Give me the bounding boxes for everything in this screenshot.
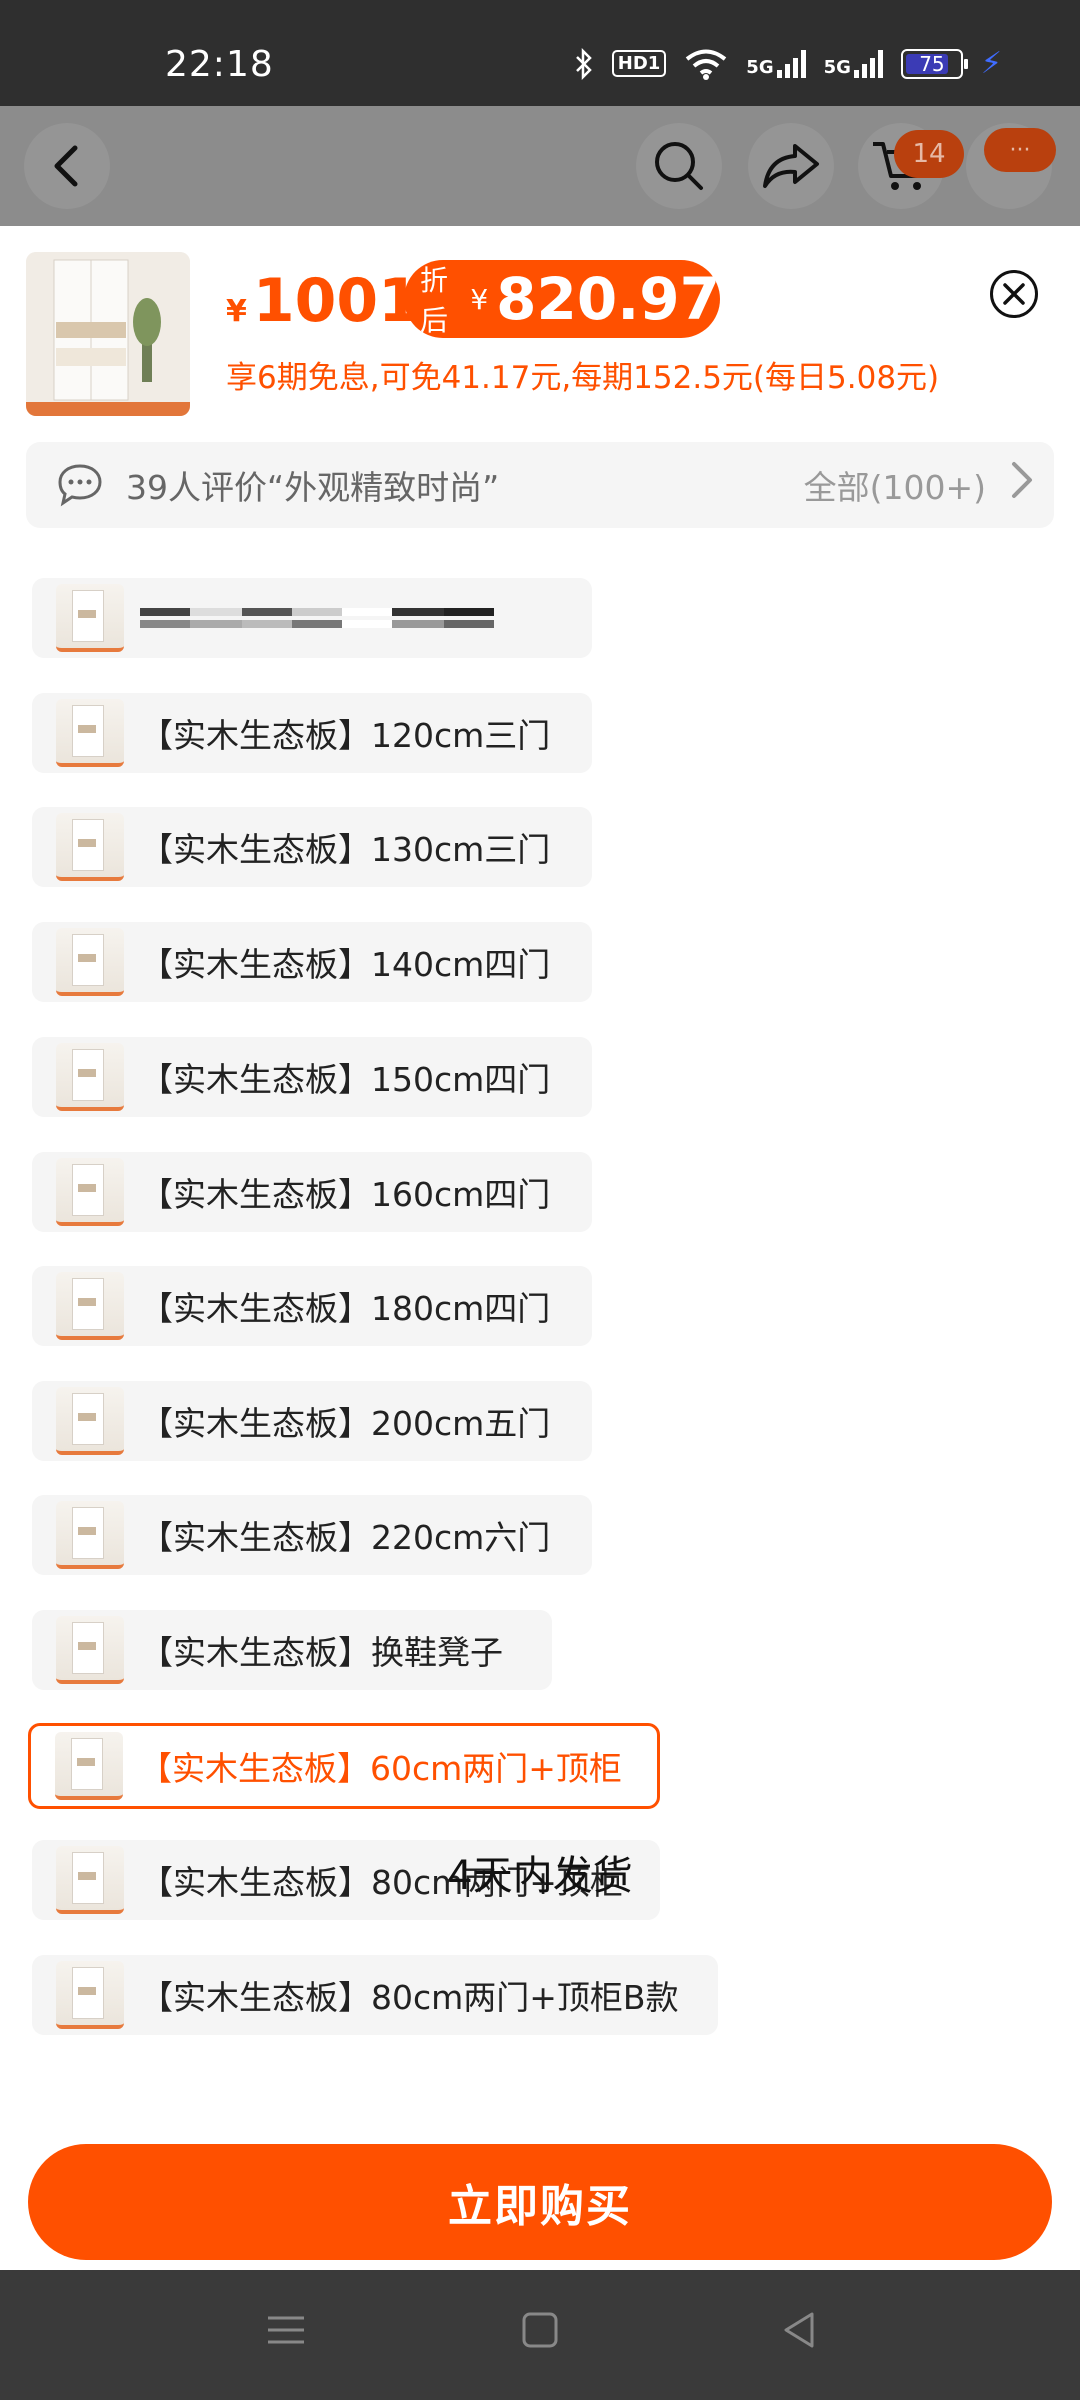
cart-count-badge: 14 (894, 130, 964, 178)
sku-selector-sheet: ¥1001 折后 ¥ 820.97 享6期免息,可免41.17元,每期152.5… (0, 226, 1080, 2270)
option-label: 【实木生态板】200cm五门 (140, 1404, 551, 1443)
option-thumbnail (55, 1732, 123, 1800)
sku-option[interactable]: 【实木生态板】160cm四门 (32, 1152, 592, 1232)
option-label: 【实木生态板】80cm两门+顶柜B款 (140, 1978, 679, 2017)
close-icon (1003, 283, 1025, 305)
chevron-right-icon (1008, 458, 1036, 512)
option-thumbnail (56, 1272, 124, 1340)
option-thumbnail (56, 813, 124, 881)
search-button[interactable] (636, 123, 722, 209)
menu-nav-button[interactable] (262, 2306, 310, 2358)
system-nav-bar (0, 2270, 1080, 2400)
installment-info: 享6期免息,可免41.17元,每期152.5元(每日5.08元) (226, 360, 940, 396)
5g-signal-icon: 5G (823, 49, 883, 78)
option-label: 【实木生态板】120cm三门 (140, 716, 551, 755)
share-button[interactable] (748, 123, 834, 209)
redacted-option-label (140, 608, 494, 628)
option-thumbnail (56, 699, 124, 767)
option-thumbnail (56, 928, 124, 996)
option-thumbnail (56, 1158, 124, 1226)
back-button[interactable] (24, 123, 110, 209)
network-type-label: 5G (823, 56, 851, 78)
status-bar: 22:18 HD1 5G 5G 75 ⚡ (0, 0, 1080, 106)
review-summary-bar[interactable]: 39人评价“外观精致时尚” 全部(100+) (26, 442, 1054, 528)
back-nav-button[interactable] (776, 2306, 824, 2358)
battery-icon: 75 (900, 48, 968, 79)
option-thumbnail (56, 584, 124, 652)
option-thumbnail (56, 1616, 124, 1684)
option-label: 【实木生态板】130cm三门 (140, 830, 551, 869)
currency-symbol: ¥ (226, 294, 247, 329)
discount-price-value: 820.97 (496, 265, 720, 333)
discount-label: 折后 (420, 264, 449, 337)
5g-signal-icon: 5G (746, 49, 806, 78)
sku-option[interactable]: 【实木生态板】150cm四门 (32, 1037, 592, 1117)
status-icons: HD1 5G 5G 75 ⚡ (574, 46, 1002, 81)
wifi-icon (684, 48, 728, 80)
option-label: 【实木生态板】140cm四门 (140, 945, 551, 984)
sku-option[interactable]: 【实木生态板】换鞋凳子 (32, 1610, 552, 1690)
comment-icon (58, 464, 102, 507)
battery-level: 75 (919, 51, 945, 76)
menu-icon (268, 2316, 304, 2344)
option-thumbnail (56, 1387, 124, 1455)
close-button[interactable] (990, 270, 1038, 318)
sku-option[interactable]: 【实木生态板】200cm五门 (32, 1381, 592, 1461)
home-square-icon (522, 2312, 558, 2348)
buy-now-button[interactable]: 立即购买 (28, 2144, 1052, 2260)
option-label: 【实木生态板】180cm四门 (140, 1289, 551, 1328)
option-thumbnail (56, 1043, 124, 1111)
currency-symbol: ¥ (470, 282, 489, 316)
option-label: 【实木生态板】60cm两门+顶柜 (139, 1749, 622, 1788)
sku-option[interactable]: 【实木生态板】180cm四门 (32, 1266, 592, 1346)
sku-option[interactable] (32, 578, 592, 658)
back-arrow-icon (54, 145, 78, 187)
back-triangle-icon (784, 2312, 814, 2348)
sku-option[interactable]: 【实木生态板】130cm三门 (32, 807, 592, 887)
original-price: ¥1001 (226, 266, 420, 336)
charging-icon: ⚡ (980, 46, 1002, 81)
option-thumbnail (56, 1961, 124, 2029)
option-label: 【实木生态板】150cm四门 (140, 1060, 551, 1099)
sku-option[interactable]: 【实木生态板】220cm六门 (32, 1495, 592, 1575)
hd-icon: HD1 (611, 50, 667, 77)
share-icon (763, 144, 819, 188)
shipping-info: 4天内发货 (447, 1853, 633, 1899)
discount-price-pill: 折后 ¥ 820.97 (404, 260, 720, 338)
review-summary-text: 39人评价“外观精致时尚” (126, 468, 500, 507)
more-badge[interactable]: ··· (984, 128, 1056, 172)
page-header-dimmed: 14 ··· (0, 106, 1080, 226)
home-nav-button[interactable] (516, 2306, 564, 2358)
option-label: 【实木生态板】220cm六门 (140, 1518, 551, 1557)
status-time: 22:18 (165, 44, 274, 85)
cabinet-image (26, 252, 190, 416)
sku-option[interactable]: 【实木生态板】80cm两门+顶柜B款 (32, 1955, 718, 2035)
sku-option[interactable]: 【实木生态板】140cm四门 (32, 922, 592, 1002)
option-label: 【实木生态板】160cm四门 (140, 1175, 551, 1214)
option-label: 【实木生态板】换鞋凳子 (140, 1633, 503, 1672)
network-type-label: 5G (746, 56, 774, 78)
sku-option-selected[interactable]: 【实木生态板】60cm两门+顶柜 (28, 1723, 660, 1809)
search-icon (655, 142, 703, 190)
bluetooth-icon (574, 47, 594, 80)
review-all-link[interactable]: 全部(100+) (804, 461, 986, 509)
product-thumbnail[interactable] (26, 252, 190, 416)
option-thumbnail (56, 1501, 124, 1569)
sku-option[interactable]: 【实木生态板】120cm三门 (32, 693, 592, 773)
price-value: 1001 (252, 266, 420, 336)
